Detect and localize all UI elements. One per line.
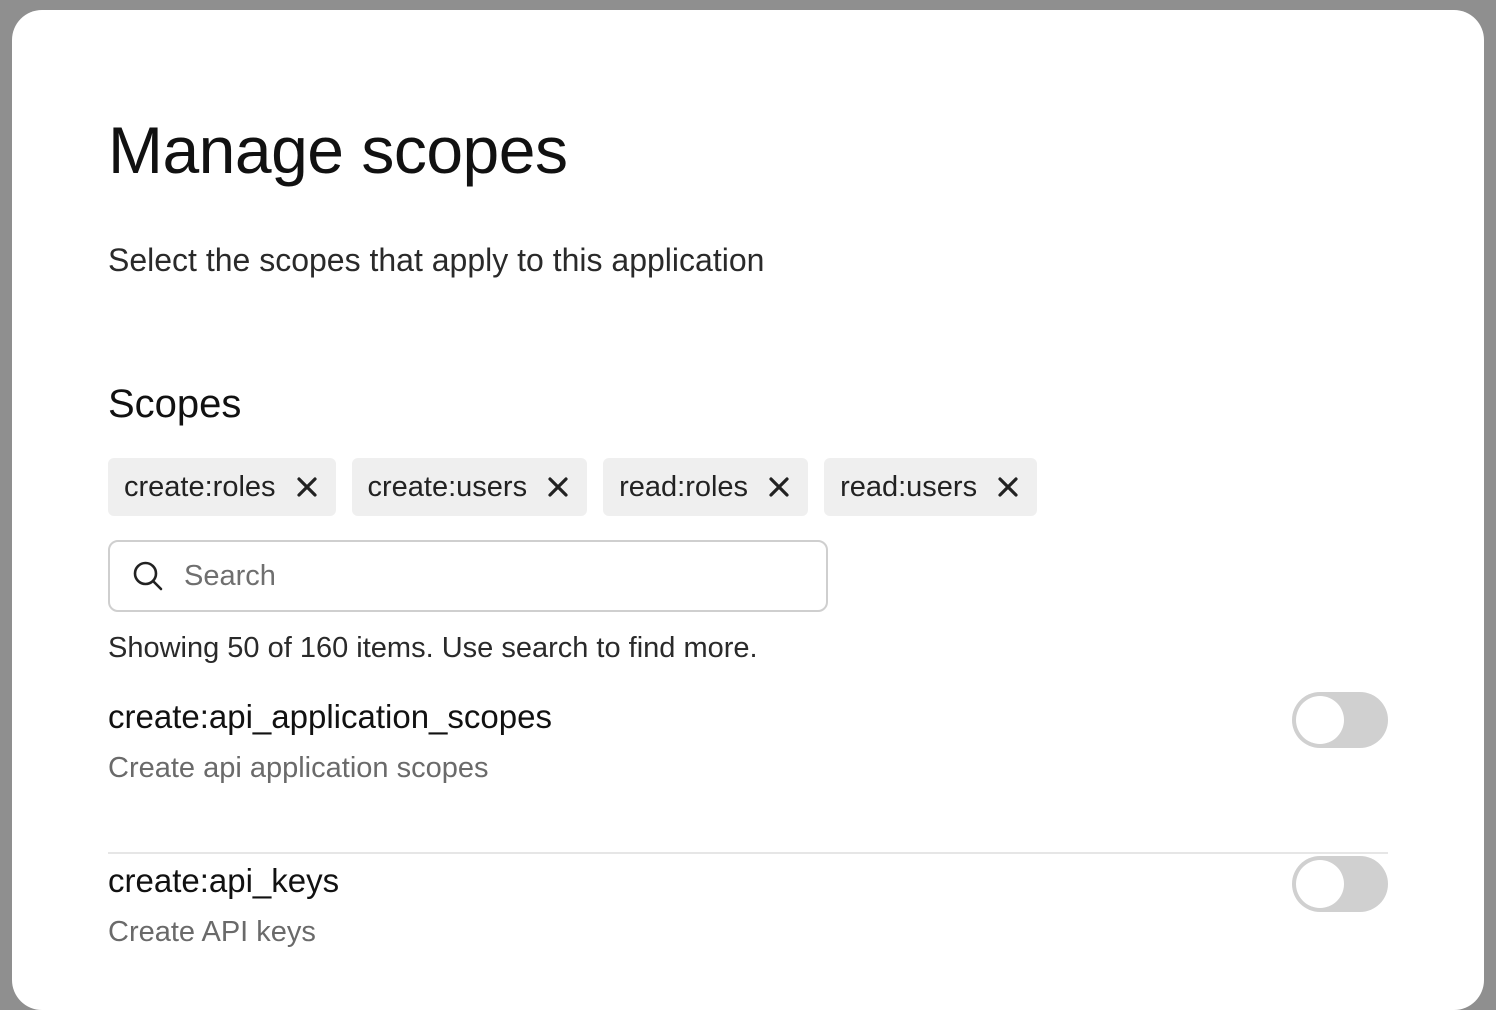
scope-description: Create api application scopes — [108, 752, 489, 784]
scope-list: create:api_application_scopes Create api… — [108, 690, 1388, 1010]
close-icon[interactable] — [766, 474, 792, 500]
close-icon[interactable] — [995, 474, 1021, 500]
search-icon — [132, 560, 164, 592]
scope-chip-label: read:users — [840, 470, 978, 503]
manage-scopes-dialog: Manage scopes Select the scopes that app… — [12, 10, 1484, 1010]
scope-search — [108, 540, 828, 612]
toggle-knob — [1296, 860, 1344, 908]
scope-toggle[interactable] — [1292, 856, 1388, 912]
close-icon[interactable] — [294, 474, 320, 500]
toggle-knob — [1296, 696, 1344, 744]
dialog-title: Manage scopes — [108, 113, 568, 187]
results-status: Showing 50 of 160 items. Use search to f… — [108, 632, 758, 664]
scope-chip-read-roles: read:roles — [603, 458, 809, 516]
dialog-subtitle: Select the scopes that apply to this app… — [108, 242, 765, 278]
scope-toggle[interactable] — [1292, 692, 1388, 748]
scope-chip-create-roles: create:roles — [108, 458, 336, 516]
selected-scopes: create:roles create:users read:roles rea… — [108, 458, 1038, 516]
scope-chip-create-users: create:users — [351, 458, 588, 516]
close-icon[interactable] — [545, 474, 571, 500]
list-item: create:api_keys Create API keys — [108, 854, 1388, 1010]
search-input[interactable] — [182, 558, 806, 594]
scope-chip-label: read:roles — [619, 470, 749, 503]
scopes-heading: Scopes — [108, 382, 242, 426]
scope-chip-read-users: read:users — [824, 458, 1038, 516]
list-item: create:api_application_scopes Create api… — [108, 690, 1388, 854]
scope-chip-label: create:users — [367, 470, 528, 503]
scope-description: Create API keys — [108, 916, 316, 948]
scope-chip-label: create:roles — [124, 470, 276, 503]
scope-name: create:api_keys — [108, 862, 340, 899]
scope-name: create:api_application_scopes — [108, 698, 552, 735]
